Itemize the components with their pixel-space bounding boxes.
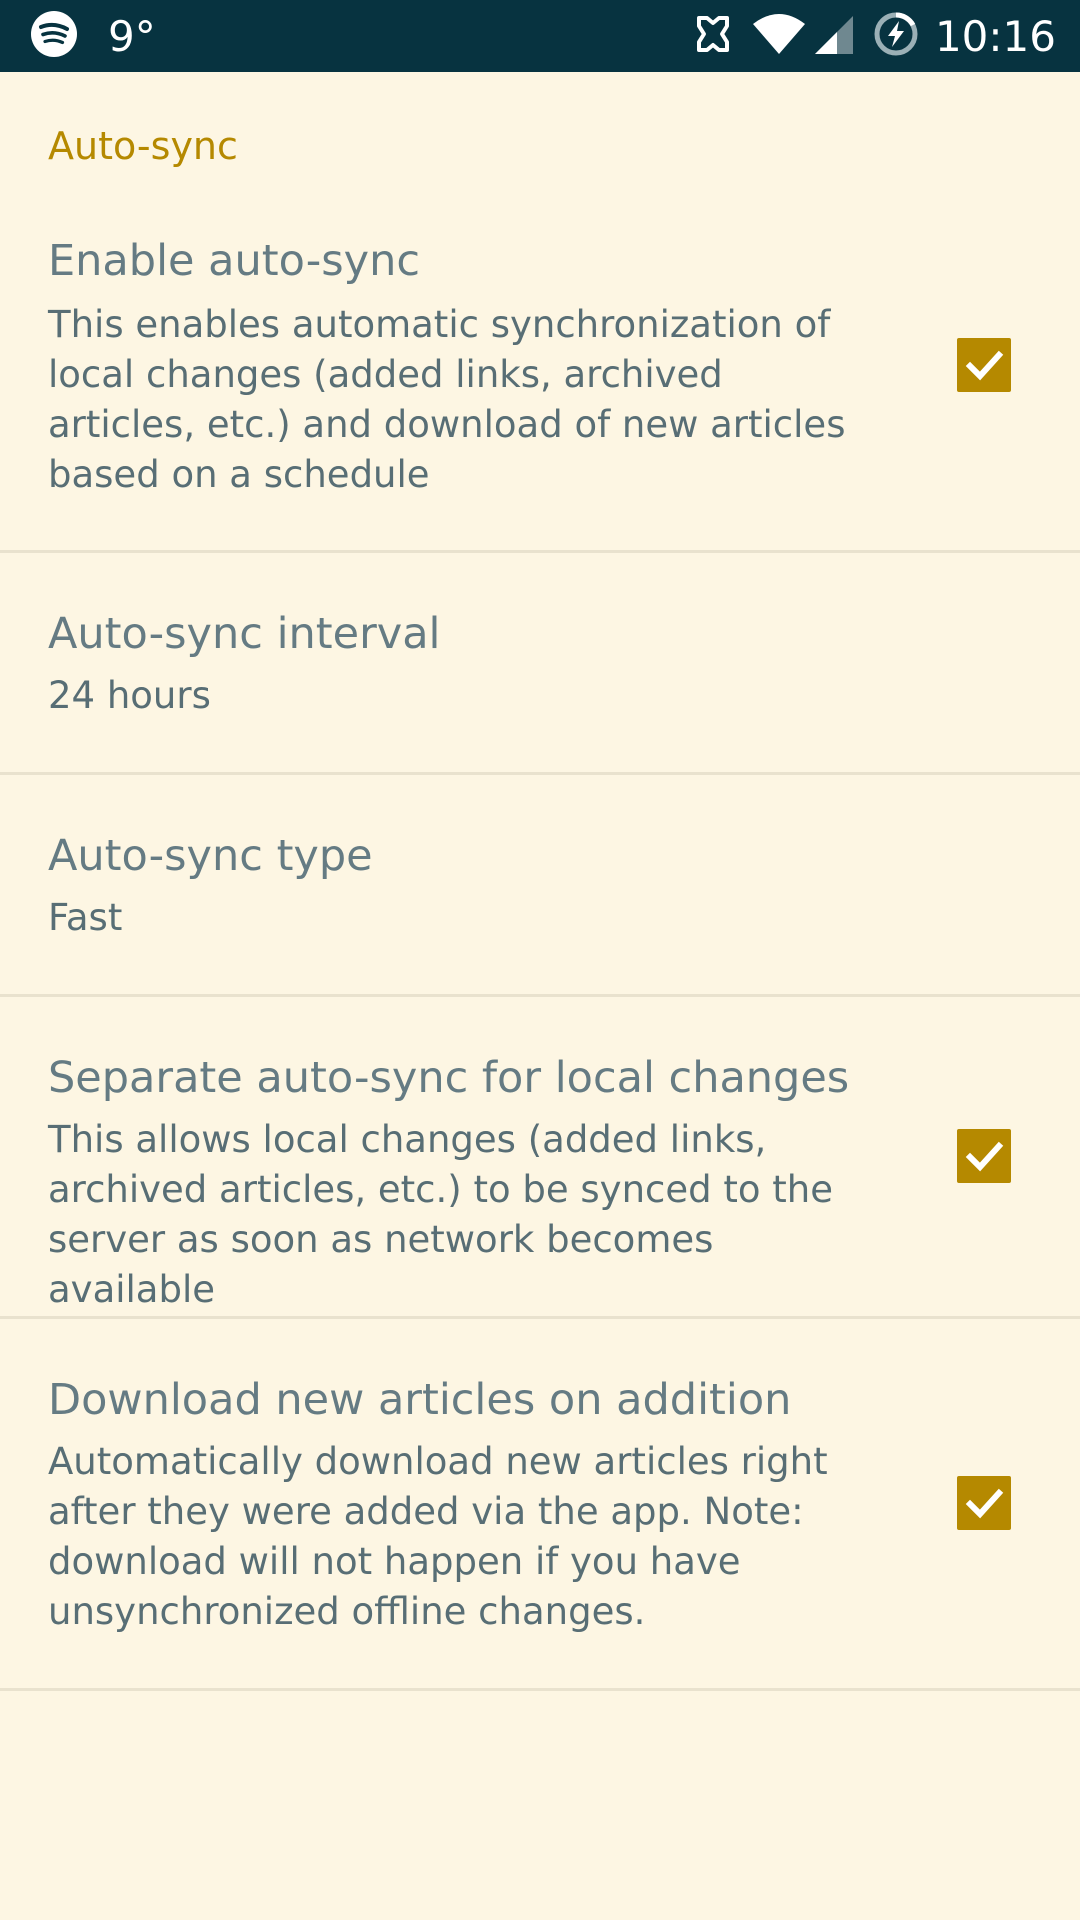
pref-title: Auto-sync interval [48,609,441,659]
pref-auto-sync-interval[interactable]: Auto-sync interval 24 hours [0,553,1080,774]
status-bar: 9° 10:16 [0,0,1080,72]
clock: 10:16 [934,11,1056,61]
pref-summary: 24 hours [48,674,211,717]
pref-download-new-articles[interactable]: Download new articles on addition Automa… [0,1319,1080,1689]
status-bar-left: 9° [30,0,156,72]
pref-summary: Fast [48,896,123,939]
check-icon [965,1141,1004,1172]
pref-enable-auto-sync[interactable]: Enable auto-sync This enables automatic … [0,72,1080,552]
wifi-icon [751,12,807,60]
status-bar-right: 10:16 [693,0,1056,72]
pref-title: Enable auto-sync [48,236,420,286]
cellular-signal-icon [811,12,855,60]
enable-auto-sync-checkbox[interactable] [957,338,1011,392]
divider [0,1688,1080,1691]
pref-summary: This enables automatic synchronization o… [48,303,846,496]
pref-title: Download new articles on addition [48,1375,792,1425]
pref-auto-sync-type[interactable]: Auto-sync type Fast [0,775,1080,996]
pref-summary: This allows local changes (added links, … [48,1118,834,1311]
temperature: 9° [108,11,156,61]
download-new-articles-checkbox[interactable] [957,1476,1011,1530]
check-icon [965,1488,1004,1519]
pref-title: Separate auto-sync for local changes [48,1053,850,1103]
nfc-icon [693,12,733,60]
check-icon [965,350,1004,381]
battery-charging-icon [873,11,919,61]
pref-separate-auto-sync[interactable]: Separate auto-sync for local changes Thi… [0,997,1080,1317]
pref-summary: Automatically download new articles righ… [48,1440,828,1633]
spotify-icon [30,10,78,62]
separate-auto-sync-checkbox[interactable] [957,1129,1011,1183]
pref-title: Auto-sync type [48,831,373,881]
